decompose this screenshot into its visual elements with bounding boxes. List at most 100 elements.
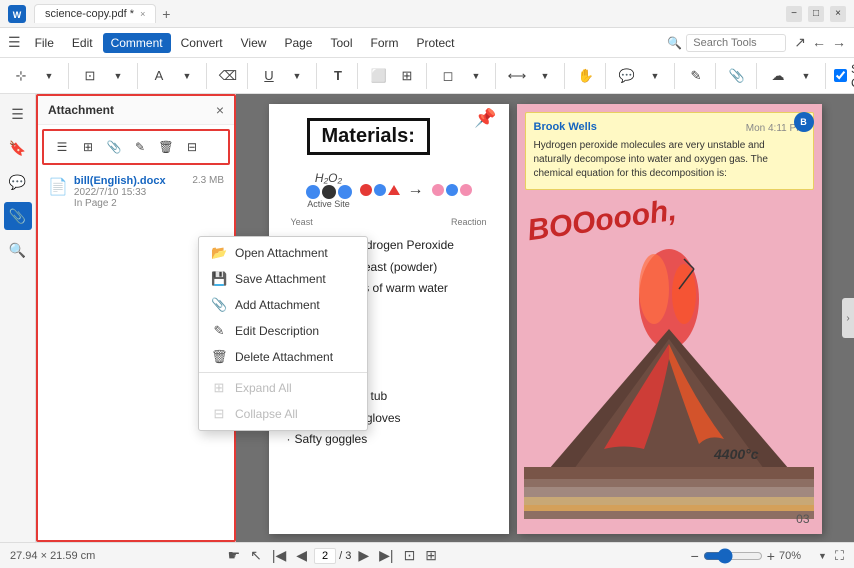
minimize-button[interactable]: −: [786, 6, 802, 22]
ball-red-1: [360, 184, 372, 196]
attachment-button[interactable]: 📎: [724, 63, 750, 89]
fit-width-button[interactable]: ⊞: [422, 547, 440, 564]
prev-page-button[interactable]: ◀: [293, 547, 310, 564]
context-menu: 📂 Open Attachment 💾 Save Attachment 📎 Ad…: [198, 236, 368, 431]
right-collapse-button[interactable]: ›: [842, 298, 854, 338]
underline-dropdown-button[interactable]: ▼: [284, 63, 310, 89]
att-add-button[interactable]: 📎: [102, 135, 126, 159]
toolbar-group-comment: 💬 ▼: [614, 63, 675, 89]
select-icon[interactable]: ↖: [247, 547, 265, 564]
ctx-collapse-all: ⊟ Collapse All: [199, 401, 367, 427]
show-comment-checkbox[interactable]: [834, 69, 847, 82]
comment-text: Hydrogen peroxide molecules are very uns…: [534, 139, 805, 181]
shape-tool-button[interactable]: ◻: [435, 63, 461, 89]
menu-item-convert[interactable]: Convert: [173, 33, 231, 53]
maximize-button[interactable]: □: [808, 6, 824, 22]
attachment-info: bill(English).docx 2022/7/10 15:33 In Pa…: [74, 175, 186, 209]
ctx-open-attachment[interactable]: 📂 Open Attachment: [199, 240, 367, 266]
comment-bubble-button[interactable]: 💬: [614, 63, 640, 89]
att-list-view-button[interactable]: ☰: [50, 135, 74, 159]
product-molecules: [432, 184, 472, 196]
zoom-dropdown-button[interactable]: ▼: [818, 551, 827, 561]
stamp-dropdown-button[interactable]: ▼: [105, 63, 131, 89]
text-tool-button[interactable]: T: [325, 63, 351, 89]
ctx-delete-attachment[interactable]: 🗑 Delete Attachment: [199, 344, 367, 370]
svg-text:W: W: [13, 10, 22, 20]
menu-item-file[interactable]: File: [27, 33, 62, 53]
select-dropdown-button[interactable]: ▼: [36, 63, 62, 89]
sidebar-icon-search[interactable]: 🔍: [4, 236, 32, 264]
diagram-labels: Yeast Reaction: [287, 217, 491, 227]
hand-pointer-icon[interactable]: ☛: [225, 547, 244, 564]
select-tool-button[interactable]: ⊹: [8, 63, 34, 89]
measure-dropdown-button[interactable]: ▼: [532, 63, 558, 89]
cloud-tool-button[interactable]: ☁: [765, 63, 791, 89]
menu-item-tool[interactable]: Tool: [322, 33, 360, 53]
attachment-list-item[interactable]: 📄 bill(English).docx 2022/7/10 15:33 In …: [38, 169, 234, 215]
current-page-input[interactable]: [314, 548, 336, 564]
cloud-dropdown-button[interactable]: ▼: [793, 63, 819, 89]
zoom-out-button[interactable]: −: [691, 548, 699, 564]
measure-tool-button[interactable]: ⟷: [504, 63, 530, 89]
first-page-button[interactable]: |◀: [269, 547, 289, 564]
menu-item-form[interactable]: Form: [362, 33, 406, 53]
menu-item-view[interactable]: View: [233, 33, 275, 53]
att-grid-view-button[interactable]: ⊞: [76, 135, 100, 159]
markup-dropdown-button[interactable]: ▼: [174, 63, 200, 89]
attachment-panel-close-button[interactable]: ×: [216, 102, 224, 118]
underline-tool-button[interactable]: U: [256, 63, 282, 89]
textbox-tool-button[interactable]: ⬜: [366, 63, 392, 89]
menu-item-page[interactable]: Page: [276, 33, 320, 53]
ctx-save-attachment[interactable]: 💾 Save Attachment: [199, 266, 367, 292]
highlight-tool-button[interactable]: A: [146, 63, 172, 89]
ctx-save-label: Save Attachment: [235, 272, 326, 286]
last-page-button[interactable]: ▶|: [376, 547, 396, 564]
sidebar-icon-comment[interactable]: 💬: [4, 168, 32, 196]
attachment-panel: Attachment × ☰ ⊞ 📎 ✎ 🗑 ⊟ 📄 bill(English)…: [36, 94, 236, 542]
eraser-tool-button[interactable]: ⌫: [215, 63, 241, 89]
sidebar-icon-attachment[interactable]: 📎: [4, 202, 32, 230]
add-attachment-icon: 📎: [211, 297, 227, 313]
att-edit-button[interactable]: ✎: [128, 135, 152, 159]
search-icon: 🔍: [667, 36, 682, 50]
zoom-slider[interactable]: [703, 548, 763, 564]
menu-item-comment[interactable]: Comment: [103, 33, 171, 53]
page-number: 03: [796, 512, 809, 526]
zoom-controls: − + 70% ▼ ⛶: [691, 548, 844, 564]
comment-dropdown-button[interactable]: ▼: [642, 63, 668, 89]
search-tools-area: 🔍: [667, 34, 786, 52]
arrow-left-icon[interactable]: ←: [812, 34, 826, 51]
sidebar-icon-menu[interactable]: ☰: [4, 100, 32, 128]
fit-page-button[interactable]: ⊡: [401, 547, 419, 564]
stamp-tool-button[interactable]: ⊡: [77, 63, 103, 89]
active-site-label: Active Site: [306, 199, 352, 209]
tab[interactable]: science-copy.pdf * ×: [34, 4, 156, 23]
fullscreen-button[interactable]: ⛶: [835, 548, 844, 564]
search-tools-input[interactable]: [686, 34, 786, 52]
next-page-button[interactable]: ▶: [355, 547, 372, 564]
ctx-add-attachment[interactable]: 📎 Add Attachment: [199, 292, 367, 318]
toolbar-group-textbox: ⬜ ⊞: [366, 63, 427, 89]
tab-close-button[interactable]: ×: [140, 9, 145, 19]
new-tab-button[interactable]: +: [156, 4, 176, 24]
toolbar-group-underline: U ▼: [256, 63, 317, 89]
att-collapse-button[interactable]: ⊟: [180, 135, 204, 159]
shape-dropdown-button[interactable]: ▼: [463, 63, 489, 89]
hand-tool-button[interactable]: ✋: [573, 63, 599, 89]
arrow-right-icon[interactable]: →: [832, 34, 846, 51]
menu-item-edit[interactable]: Edit: [64, 33, 101, 53]
textbox2-tool-button[interactable]: ⊞: [394, 63, 420, 89]
attachment-toolbar: ☰ ⊞ 📎 ✎ 🗑 ⊟: [42, 129, 230, 165]
menu-item-protect[interactable]: Protect: [408, 33, 462, 53]
ctx-edit-description[interactable]: ✎ Edit Description: [199, 318, 367, 344]
reaction-label: Reaction: [451, 217, 487, 227]
sidebar-icon-bookmark[interactable]: 🔖: [4, 134, 32, 162]
comment-header: Brook Wells Mon 4:11 PM: [534, 121, 805, 135]
toolbar-group-shape: ◻ ▼: [435, 63, 496, 89]
note-tool-button[interactable]: ✎: [683, 63, 709, 89]
att-delete-button[interactable]: 🗑: [154, 135, 178, 159]
close-button[interactable]: ×: [830, 6, 846, 22]
window-controls: − □ ×: [786, 6, 846, 22]
external-link-icon[interactable]: ↗: [794, 34, 806, 51]
zoom-in-button[interactable]: +: [767, 548, 775, 564]
